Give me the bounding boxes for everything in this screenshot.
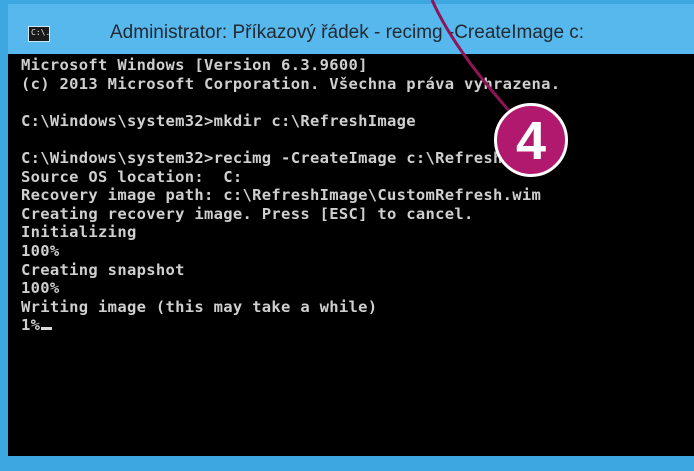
step-badge: 4 <box>494 103 568 177</box>
annotation-pointer-path <box>430 0 514 115</box>
step-number: 4 <box>515 111 547 171</box>
annotation-pointer <box>430 0 514 115</box>
